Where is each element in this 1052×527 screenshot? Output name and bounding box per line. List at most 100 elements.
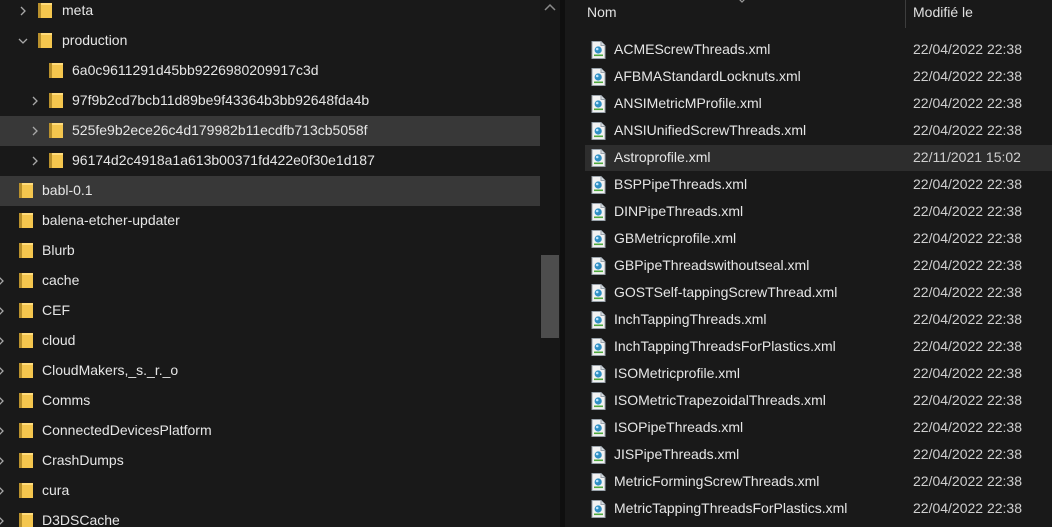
file-name: ISOMetricprofile.xml bbox=[614, 365, 741, 381]
file-row[interactable]: GBMetricprofile.xml 22/04/2022 22:38 bbox=[585, 226, 1052, 252]
file-row[interactable]: ISOPipeThreads.xml 22/04/2022 22:38 bbox=[585, 415, 1052, 441]
xml-file-icon bbox=[591, 284, 606, 302]
tree-item[interactable]: Blurb bbox=[0, 236, 540, 266]
file-row[interactable]: ANSIUnifiedScrewThreads.xml 22/04/2022 22… bbox=[585, 118, 1052, 144]
chevron-right-icon[interactable] bbox=[28, 124, 42, 138]
column-divider[interactable] bbox=[905, 0, 906, 28]
file-row[interactable]: MetricTappingThreadsForPlastics.xml 22/04… bbox=[585, 496, 1052, 522]
tree-item[interactable]: D3DSCache bbox=[0, 506, 540, 527]
file-modified-date: 22/11/2021 15:02 bbox=[913, 149, 1021, 165]
file-name: MetricTappingThreadsForPlastics.xml bbox=[614, 500, 848, 516]
file-row[interactable]: MetricFormingScrewThreads.xml 22/04/2022 … bbox=[585, 469, 1052, 495]
file-name: GOSTSelf-tappingScrewThread.xml bbox=[614, 284, 838, 300]
file-name: InchTappingThreads.xml bbox=[614, 311, 767, 327]
file-name: Astroprofile.xml bbox=[614, 149, 711, 165]
xml-file-icon bbox=[591, 365, 606, 383]
file-row[interactable]: ISOMetricTrapezoidalThreads.xml 22/04/202… bbox=[585, 388, 1052, 414]
tree-item[interactable]: cloud bbox=[0, 326, 540, 356]
folder-icon bbox=[49, 63, 63, 78]
chevron-right-icon[interactable] bbox=[0, 394, 8, 408]
file-modified-date: 22/04/2022 22:38 bbox=[913, 176, 1022, 192]
tree-item[interactable]: CrashDumps bbox=[0, 446, 540, 476]
chevron-right-icon[interactable] bbox=[16, 4, 30, 18]
file-name: ISOMetricTrapezoidalThreads.xml bbox=[614, 392, 826, 408]
xml-file-icon bbox=[591, 230, 606, 248]
tree-item[interactable]: cura bbox=[0, 476, 540, 506]
chevron-right-icon[interactable] bbox=[0, 364, 8, 378]
tree-item-label: CrashDumps bbox=[42, 452, 124, 468]
file-name: ANSIMetricMProfile.xml bbox=[614, 95, 762, 111]
file-row[interactable]: ISOMetricprofile.xml 22/04/2022 22:38 bbox=[585, 361, 1052, 387]
column-name[interactable]: Nom bbox=[587, 4, 617, 20]
tree-item[interactable]: production bbox=[0, 26, 540, 56]
file-row[interactable]: InchTappingThreadsForPlastics.xml 22/04/2… bbox=[585, 334, 1052, 360]
file-name: ISOPipeThreads.xml bbox=[614, 419, 744, 435]
column-header: Nom Modifié le bbox=[565, 0, 1052, 29]
file-row[interactable]: JISPipeThreads.xml 22/04/2022 22:38 bbox=[585, 442, 1052, 468]
file-row[interactable]: GOSTSelf-tappingScrewThread.xml 22/04/202… bbox=[585, 280, 1052, 306]
tree-item[interactable]: Comms bbox=[0, 386, 540, 416]
chevron-right-icon[interactable] bbox=[28, 154, 42, 168]
chevron-right-icon[interactable] bbox=[0, 454, 8, 468]
xml-file-icon bbox=[591, 122, 606, 140]
xml-file-icon bbox=[591, 68, 606, 86]
tree-item[interactable]: ConnectedDevicesPlatform bbox=[0, 416, 540, 446]
folder-icon bbox=[19, 303, 33, 318]
chevron-right-icon[interactable] bbox=[0, 304, 8, 318]
file-row[interactable]: ACMEScrewThreads.xml 22/04/2022 22:38 bbox=[585, 37, 1052, 63]
tree-item[interactable]: balena-etcher-updater bbox=[0, 206, 540, 236]
folder-icon bbox=[19, 483, 33, 498]
file-row[interactable]: DINPipeThreads.xml 22/04/2022 22:38 bbox=[585, 199, 1052, 225]
folder-icon bbox=[49, 123, 63, 138]
file-name: InchTappingThreadsForPlastics.xml bbox=[614, 338, 836, 354]
tree-item-label: babl-0.1 bbox=[42, 182, 93, 198]
folder-icon bbox=[49, 153, 63, 168]
file-modified-date: 22/04/2022 22:38 bbox=[913, 365, 1022, 381]
tree-item-label: balena-etcher-updater bbox=[42, 212, 180, 228]
chevron-down-icon[interactable] bbox=[16, 34, 30, 48]
scroll-up-arrow-icon[interactable] bbox=[544, 2, 556, 12]
folder-icon bbox=[19, 423, 33, 438]
file-row[interactable]: InchTappingThreads.xml 22/04/2022 22:38 bbox=[585, 307, 1052, 333]
xml-file-icon bbox=[591, 500, 606, 518]
chevron-right-icon[interactable] bbox=[0, 424, 8, 438]
folder-icon bbox=[19, 213, 33, 228]
file-row[interactable]: GBPipeThreadswithoutseal.xml 22/04/2022 2… bbox=[585, 253, 1052, 279]
chevron-right-icon[interactable] bbox=[0, 484, 8, 498]
tree-item[interactable]: 525fe9b2ece26c4d179982b11ecdfb713cb5058f bbox=[0, 116, 540, 146]
scroll-thumb[interactable] bbox=[541, 255, 559, 338]
tree-item-label: 97f9b2cd7bcb11d89be9f43364b3bb92648fda4b bbox=[72, 92, 370, 108]
tree-item-label: ConnectedDevicesPlatform bbox=[42, 422, 212, 438]
file-row[interactable]: BSPPipeThreads.xml 22/04/2022 22:38 bbox=[585, 172, 1052, 198]
tree-item[interactable]: 6a0c9611291d45bb9226980209917c3d bbox=[0, 56, 540, 86]
tree-item[interactable]: CEF bbox=[0, 296, 540, 326]
folder-icon bbox=[19, 183, 33, 198]
tree-item-label: 525fe9b2ece26c4d179982b11ecdfb713cb5058f bbox=[72, 122, 368, 138]
file-row[interactable]: ANSIMetricMProfile.xml 22/04/2022 22:38 bbox=[585, 91, 1052, 117]
chevron-right-icon[interactable] bbox=[0, 274, 8, 288]
tree-item[interactable]: 96174d2c4918a1a613b00371fd422e0f30e1d187 bbox=[0, 146, 540, 176]
file-list: Nom Modifié le ACMEScrewThreads.xml 22/04… bbox=[565, 0, 1052, 527]
tree-item[interactable]: CloudMakers,_s._r._o bbox=[0, 356, 540, 386]
file-row[interactable]: AFBMAStandardLocknuts.xml 22/04/2022 22:3… bbox=[585, 64, 1052, 90]
tree-item-label: cache bbox=[42, 272, 80, 288]
file-name: ACMEScrewThreads.xml bbox=[614, 41, 771, 57]
tree-item-label: meta bbox=[62, 2, 94, 18]
folder-icon bbox=[49, 93, 63, 108]
tree-item[interactable]: 97f9b2cd7bcb11d89be9f43364b3bb92648fda4b bbox=[0, 86, 540, 116]
file-modified-date: 22/04/2022 22:38 bbox=[913, 122, 1022, 138]
file-modified-date: 22/04/2022 22:38 bbox=[913, 473, 1022, 489]
file-modified-date: 22/04/2022 22:38 bbox=[913, 392, 1022, 408]
file-row[interactable]: Astroprofile.xml 22/11/2021 15:02 bbox=[585, 145, 1052, 171]
tree-item[interactable]: babl-0.1 bbox=[0, 176, 540, 206]
file-modified-date: 22/04/2022 22:38 bbox=[913, 311, 1022, 327]
tree-item[interactable]: cache bbox=[0, 266, 540, 296]
chevron-right-icon[interactable] bbox=[28, 94, 42, 108]
tree-item[interactable]: meta bbox=[0, 0, 540, 26]
column-modified[interactable]: Modifié le bbox=[913, 4, 973, 20]
folder-icon bbox=[19, 273, 33, 288]
tree-scrollbar[interactable] bbox=[540, 0, 560, 527]
chevron-right-icon[interactable] bbox=[0, 514, 8, 527]
tree-item-label: production bbox=[62, 32, 128, 48]
chevron-right-icon[interactable] bbox=[0, 334, 8, 348]
